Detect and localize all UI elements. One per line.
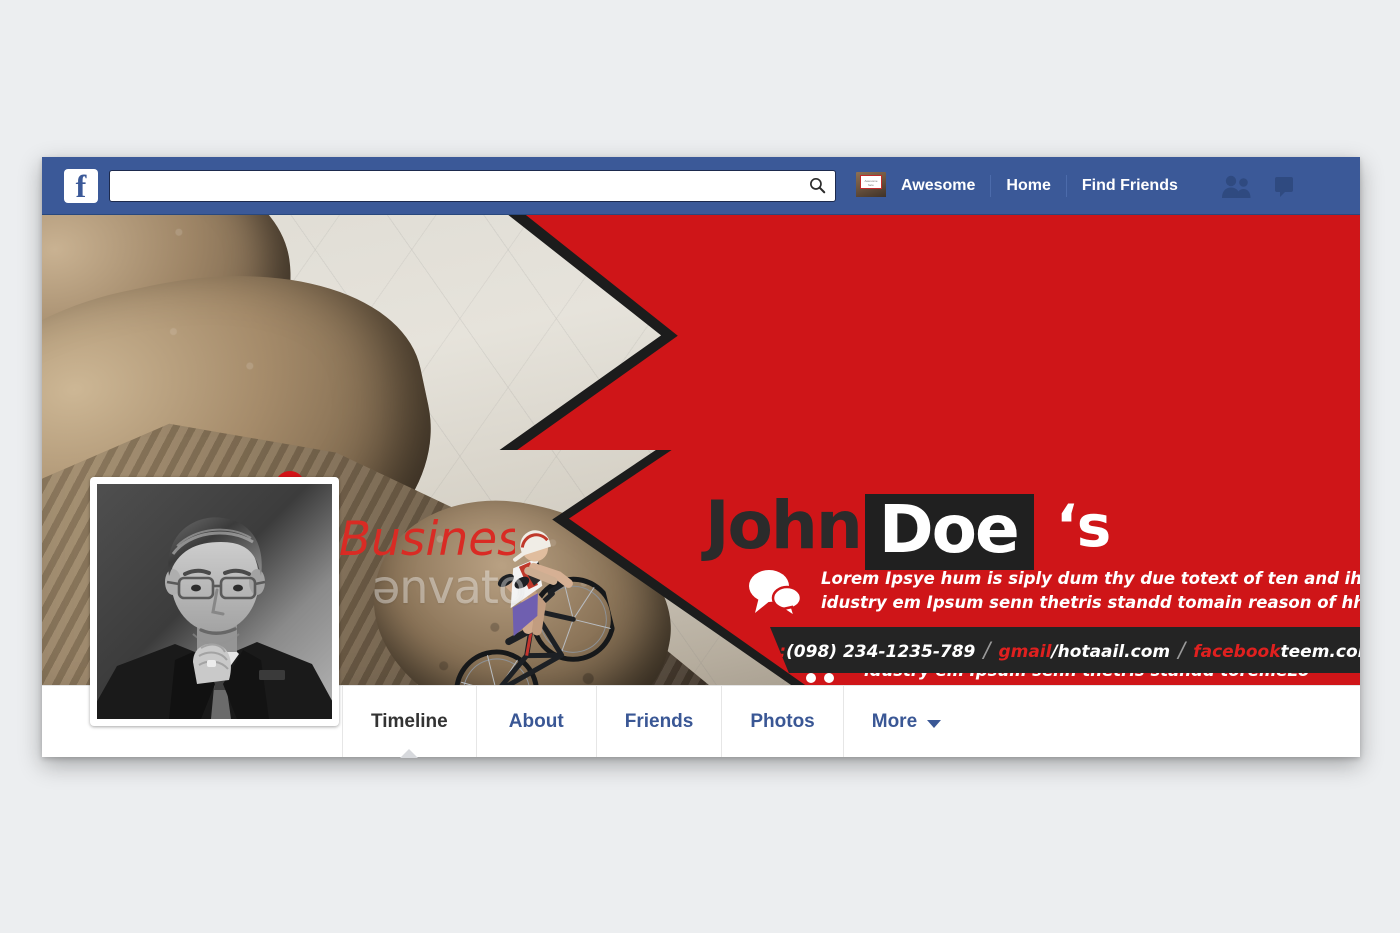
contact-details: Ph:(098) 234-1235-789/gmail/hotaail.com/…	[770, 638, 1360, 662]
cover-contact-strip: Ph:(098) 234-1235-789/gmail/hotaail.com/…	[770, 627, 1360, 673]
messages-icon[interactable]	[1271, 173, 1297, 199]
navbar-profile-name[interactable]: Awesome	[886, 173, 990, 199]
facebook-profile-card: f Awesomeface Awesome Home Find Friends	[42, 157, 1360, 758]
contact-separator: /	[983, 638, 991, 662]
tab-friends[interactable]: Friends	[595, 686, 722, 757]
profile-picture[interactable]	[90, 477, 339, 726]
contact-social-provider: facebook	[1193, 642, 1281, 662]
speech-bubble-icon	[745, 567, 803, 624]
contact-email-provider: gmail	[998, 642, 1052, 662]
chevron-down-icon	[927, 719, 942, 728]
navbar-profile-thumbnail[interactable]: Awesome face	[856, 171, 886, 200]
tab-photos[interactable]: Photos	[721, 686, 842, 757]
navbar-link-home[interactable]: Home	[991, 173, 1065, 199]
cover-feature-1-text: Lorem Ipsye hum is siply dum thy due tot…	[821, 567, 1360, 615]
contact-separator: /	[1178, 638, 1186, 662]
navbar-link-find-friends[interactable]: Find Friends	[1067, 173, 1193, 199]
tab-friends-label: Friends	[624, 710, 694, 732]
facebook-logo-glyph: f	[75, 167, 87, 204]
cover-title-boxed: Doe	[864, 494, 1034, 570]
tab-timeline[interactable]: Timeline	[342, 686, 476, 758]
search-input[interactable]	[109, 169, 836, 202]
friend-requests-icon[interactable]	[1219, 173, 1253, 199]
tab-more-label: More	[871, 710, 918, 732]
tab-about-label: About	[508, 710, 564, 732]
cover-title-suffix: ‘s	[1055, 492, 1112, 560]
screenshot-stage: f Awesomeface Awesome Home Find Friends	[0, 0, 1400, 933]
cover-title-first: John	[705, 487, 863, 564]
feature-1-line-1: Lorem Ipsye hum is siply dum thy due tot…	[821, 569, 1360, 588]
profile-portrait-image	[97, 484, 332, 719]
contact-email-rest: /hotaail.com	[1051, 642, 1171, 662]
facebook-top-navbar: f Awesome face Awesome Home Find Friends	[42, 157, 1360, 215]
cover-title: John Doe ‘s	[705, 487, 1112, 570]
feature-1-line-2: idustry em Ipsum senn thetris standd tom…	[821, 593, 1360, 612]
search-container	[109, 169, 836, 202]
tab-photos-label: Photos	[750, 710, 815, 732]
tab-timeline-label: Timeline	[371, 710, 448, 732]
contact-social-rest: teem.com	[1280, 642, 1360, 662]
facebook-logo-icon[interactable]: f	[64, 167, 98, 204]
navbar-right-group: Awesome face Awesome Home Find Friends	[856, 171, 1297, 200]
cover-feature-1: Lorem Ipsye hum is siply dum thy due tot…	[745, 567, 1360, 624]
contact-phone: (098) 234-1235-789	[786, 642, 976, 662]
tab-about[interactable]: About	[475, 686, 596, 757]
navbar-thumbnail-label: Awesome face	[860, 174, 882, 189]
tab-more[interactable]: More	[842, 686, 969, 757]
